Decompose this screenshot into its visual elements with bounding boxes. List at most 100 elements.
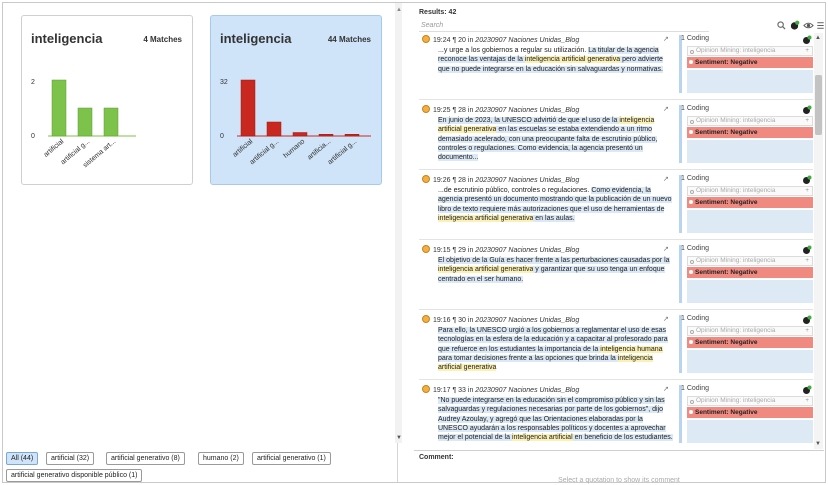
add-code-icon[interactable] xyxy=(802,105,812,115)
plus-icon[interactable]: + xyxy=(805,187,809,195)
y-tick-label: 32 xyxy=(220,79,228,86)
document-name[interactable]: 20230907 Naciones Unidas_Blog xyxy=(475,247,579,254)
bar[interactable] xyxy=(51,79,67,137)
quotation-icon xyxy=(422,245,430,253)
chart-card-selected[interactable]: inteligencia 44 Matches 32 0 artificial art… xyxy=(210,15,382,185)
code-tag-opinion[interactable]: Opinion Mining: inteligencia + xyxy=(687,186,813,196)
quotation-text[interactable]: En junio de 2023, la UNESCO advirtió de … xyxy=(438,116,674,162)
code-tag-sentiment[interactable]: Sentiment: Negative xyxy=(687,407,813,418)
plus-icon[interactable]: + xyxy=(805,47,809,55)
coding-bar xyxy=(679,175,682,233)
left-scrollbar[interactable]: ▲ ▼ xyxy=(395,3,402,443)
scroll-down-icon[interactable]: ▼ xyxy=(815,441,821,447)
filter-chip[interactable]: humano (2) xyxy=(198,452,244,465)
add-code-icon[interactable] xyxy=(802,385,812,395)
code-dot-icon xyxy=(690,330,694,334)
eye-icon[interactable] xyxy=(803,20,814,31)
coding-count: 1 Coding xyxy=(681,315,710,322)
bar[interactable] xyxy=(318,134,334,137)
quotation-item[interactable]: 19:25 ¶ 28 in 20230907 Naciones Unidas_B… xyxy=(419,105,813,165)
expand-arrow-icon[interactable]: ↗ xyxy=(663,175,669,183)
filter-chip[interactable]: artificial generativo disponible público… xyxy=(6,469,143,482)
quotation-text[interactable]: "No puede integrarse en la educación sin… xyxy=(438,396,674,442)
coding-bar xyxy=(679,385,682,443)
quotation-item[interactable]: 19:16 ¶ 30 in 20230907 Naciones Unidas_B… xyxy=(419,315,813,375)
quotation-text[interactable]: ...y urge a los gobiernos a regular su u… xyxy=(438,46,674,74)
bar[interactable] xyxy=(292,132,308,137)
bar[interactable] xyxy=(240,79,256,137)
expand-arrow-icon[interactable]: ↗ xyxy=(663,245,669,253)
code-tag-sentiment[interactable]: Sentiment: Negative xyxy=(687,267,813,278)
results-scrollbar[interactable]: ▲ ▼ xyxy=(814,33,823,449)
bar[interactable] xyxy=(103,107,119,137)
comment-placeholder[interactable]: Select a quotation to show its comment xyxy=(414,477,824,484)
chart-title: inteligencia xyxy=(31,31,103,46)
code-tag-sentiment[interactable]: Sentiment: Negative xyxy=(687,127,813,138)
scroll-down-icon[interactable]: ▼ xyxy=(396,435,402,441)
bar[interactable] xyxy=(344,134,360,137)
code-tag-opinion[interactable]: Opinion Mining: inteligencia + xyxy=(687,396,813,406)
add-code-icon[interactable] xyxy=(802,245,812,255)
coding-bar xyxy=(679,105,682,163)
filter-chip[interactable]: artificial generativo (8) xyxy=(106,452,185,465)
search-icon[interactable] xyxy=(777,21,786,30)
x-tick-label: artificial g... xyxy=(327,138,359,166)
code-tag-opinion[interactable]: Opinion Mining: inteligencia + xyxy=(687,46,813,56)
code-tag-sentiment[interactable]: Sentiment: Negative xyxy=(687,337,813,348)
code-dot-icon xyxy=(690,190,694,194)
quotation-text[interactable]: Para ello, la UNESCO urgió a los gobiern… xyxy=(438,326,674,372)
code-label: Opinion Mining: inteligencia xyxy=(696,47,776,54)
code-tag-sentiment[interactable]: Sentiment: Negative xyxy=(687,197,813,208)
expand-arrow-icon[interactable]: ↗ xyxy=(663,35,669,43)
quotation-item[interactable]: 19:15 ¶ 29 in 20230907 Naciones Unidas_B… xyxy=(419,245,813,305)
add-code-icon[interactable] xyxy=(802,315,812,325)
filter-chip-all[interactable]: All (44) xyxy=(6,452,39,465)
filter-chip[interactable]: artificial (32) xyxy=(46,452,95,465)
plus-icon[interactable]: + xyxy=(805,397,809,405)
bar[interactable] xyxy=(266,121,282,137)
x-tick-label: artificial xyxy=(232,138,255,159)
add-code-icon[interactable] xyxy=(802,35,812,45)
quotation-reference: 19:16 ¶ 30 in xyxy=(433,317,476,324)
expand-arrow-icon[interactable]: ↗ xyxy=(663,315,669,323)
quotation-item[interactable]: 19:17 ¶ 33 in 20230907 Naciones Unidas_B… xyxy=(419,385,813,445)
code-label: Sentiment: Negative xyxy=(695,269,758,276)
code-tag-opinion[interactable]: Opinion Mining: inteligencia + xyxy=(687,116,813,126)
plus-icon[interactable]: + xyxy=(805,327,809,335)
plus-icon[interactable]: + xyxy=(805,257,809,265)
y-tick-label: 0 xyxy=(31,133,35,140)
quotation-item[interactable]: 19:26 ¶ 28 in 20230907 Naciones Unidas_B… xyxy=(419,175,813,235)
code-tag-opinion[interactable]: Opinion Mining: inteligencia + xyxy=(687,256,813,266)
code-dot-icon xyxy=(689,130,693,134)
expand-arrow-icon[interactable]: ↗ xyxy=(663,105,669,113)
document-name[interactable]: 20230907 Naciones Unidas_Blog xyxy=(475,387,579,394)
document-name[interactable]: 20230907 Naciones Unidas_Blog xyxy=(475,107,579,114)
code-tag-sentiment[interactable]: Sentiment: Negative xyxy=(687,57,813,68)
quotation-header: 19:26 ¶ 28 in 20230907 Naciones Unidas_B… xyxy=(422,175,579,184)
document-name[interactable]: 20230907 Naciones Unidas_Blog xyxy=(475,317,579,324)
code-label: Opinion Mining: inteligencia xyxy=(696,327,776,334)
bar[interactable] xyxy=(77,107,93,137)
coding-count: 1 Coding xyxy=(681,105,710,112)
quotation-text[interactable]: ...de escrutinio público, controles o re… xyxy=(438,186,674,223)
chart-card[interactable]: inteligencia 4 Matches 2 0 artificial artif… xyxy=(21,15,193,185)
quotation-item[interactable]: 19:24 ¶ 20 in 20230907 Naciones Unidas_B… xyxy=(419,35,813,95)
code-label: Opinion Mining: inteligencia xyxy=(696,117,776,124)
quotation-reference: 19:26 ¶ 28 in xyxy=(433,177,476,184)
document-name[interactable]: 20230907 Naciones Unidas_Blog xyxy=(475,37,579,44)
quotation-text[interactable]: El objetivo de la Guía es hacer frente a… xyxy=(438,256,674,284)
document-name[interactable]: 20230907 Naciones Unidas_Blog xyxy=(475,177,579,184)
search-input[interactable]: Search xyxy=(419,20,709,32)
code-filter-icon[interactable] xyxy=(789,20,800,31)
menu-icon[interactable] xyxy=(816,20,825,31)
scrollbar-thumb[interactable] xyxy=(815,75,822,135)
code-tag-opinion[interactable]: Opinion Mining: inteligencia + xyxy=(687,326,813,336)
scroll-up-icon[interactable]: ▲ xyxy=(815,35,821,41)
plus-icon[interactable]: + xyxy=(805,117,809,125)
expand-arrow-icon[interactable]: ↗ xyxy=(663,385,669,393)
scroll-up-icon[interactable]: ▲ xyxy=(396,7,402,13)
filter-chip[interactable]: artificial generativo (1) xyxy=(252,452,331,465)
add-code-icon[interactable] xyxy=(802,175,812,185)
quotation-reference: 19:17 ¶ 33 in xyxy=(433,387,476,394)
coding-area xyxy=(687,210,813,233)
